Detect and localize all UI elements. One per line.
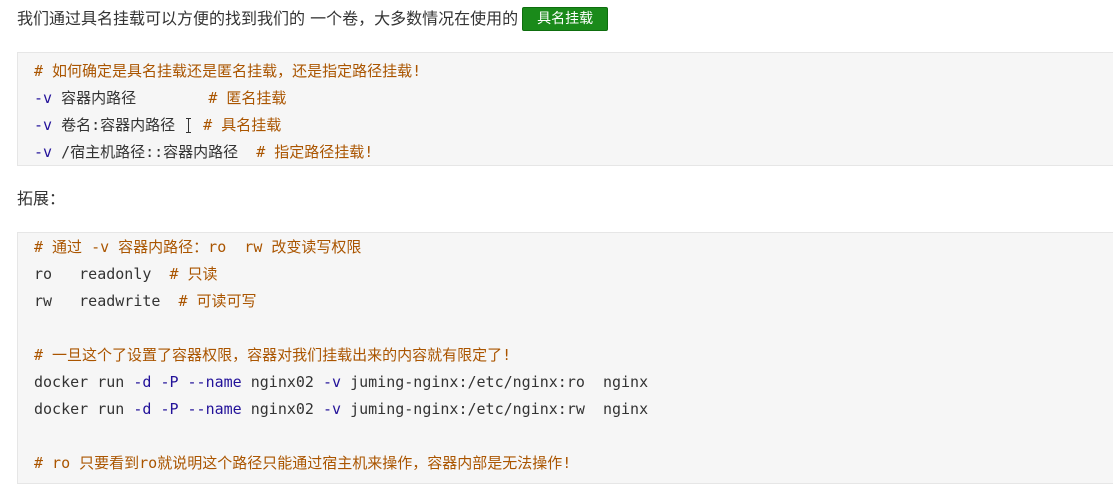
- code-flag: -v: [323, 373, 342, 391]
- code-block-mount-types: # 如何确定是具名挂载还是匿名挂载，还是指定路径挂载! -v 容器内路径 # 匿…: [17, 52, 1113, 166]
- code-flag: -d: [133, 373, 152, 391]
- code-line-docker-ro: docker run -d -P --name nginx02 -v jumin…: [18, 369, 1113, 396]
- code-text: rw readwrite: [34, 292, 179, 310]
- extension-label: 拓展：: [17, 189, 66, 208]
- code-flag: -P: [160, 400, 179, 418]
- code-flag: -v: [34, 116, 53, 134]
- intro-text: 我们通过具名挂载可以方便的找到我们的 一个卷，大多数情况在使用的: [17, 9, 519, 28]
- code-flag: -P: [160, 373, 179, 391]
- code-comment: # 通过 -v 容器内路径：ro rw 改变读写权限: [34, 238, 362, 256]
- code-comment: # 只读: [169, 265, 218, 283]
- code-comment: # 指定路径挂载!: [256, 143, 374, 161]
- code-flag: -v: [34, 89, 53, 107]
- code-text: docker run: [34, 373, 134, 391]
- code-text: nginx02: [241, 373, 323, 391]
- code-flag: -d: [133, 400, 152, 418]
- code-line: # 如何确定是具名挂载还是匿名挂载，还是指定路径挂载!: [18, 58, 1113, 85]
- code-text: 容器内路径: [52, 89, 209, 107]
- code-line: ro readonly # 只读: [18, 261, 1113, 288]
- code-line: -v /宿主机路径::容器内路径 # 指定路径挂载!: [18, 139, 1113, 166]
- code-line: -v 卷名:容器内路径 # 具名挂载: [18, 112, 1113, 139]
- code-comment: # 匿名挂载: [208, 89, 287, 107]
- code-flag: --name: [187, 373, 242, 391]
- code-flag: --name: [187, 400, 242, 418]
- code-text: juming-nginx:/etc/nginx:ro nginx: [341, 373, 649, 391]
- text-cursor-icon: [184, 118, 194, 133]
- code-line-docker-rw: docker run -d -P --name nginx02 -v jumin…: [18, 396, 1113, 423]
- code-line: # ro 只要看到ro就说明这个路径只能通过宿主机来操作，容器内部是无法操作!: [18, 450, 1113, 477]
- code-line: # 通过 -v 容器内路径：ro rw 改变读写权限: [18, 234, 1113, 261]
- code-comment: # 可读可写: [178, 292, 257, 310]
- code-comment: # 具名挂载: [194, 116, 282, 134]
- code-text: 卷名:容器内路径: [52, 116, 185, 134]
- code-comment: # 如何确定是具名挂载还是匿名挂载，还是指定路径挂载!: [34, 62, 422, 80]
- code-line: -v 容器内路径 # 匿名挂载: [18, 85, 1113, 112]
- code-line: rw readwrite # 可读可写: [18, 288, 1113, 315]
- code-text: /宿主机路径::容器内路径: [52, 143, 257, 161]
- code-comment: # ro 只要看到ro就说明这个路径只能通过宿主机来操作，容器内部是无法操作!: [34, 454, 572, 472]
- intro-paragraph: 我们通过具名挂载可以方便的找到我们的 一个卷，大多数情况在使用的 具名挂载: [17, 7, 609, 31]
- code-line: # 一旦这个了设置了容器权限，容器对我们挂载出来的内容就有限定了!: [18, 342, 1113, 369]
- code-comment: # 一旦这个了设置了容器权限，容器对我们挂载出来的内容就有限定了!: [34, 346, 512, 364]
- code-text: ro readonly: [34, 265, 170, 283]
- named-mount-tag: 具名挂载: [522, 7, 609, 31]
- code-text: juming-nginx:/etc/nginx:rw nginx: [341, 400, 649, 418]
- code-flag: -v: [34, 143, 53, 161]
- code-flag: -v: [323, 400, 342, 418]
- code-text: nginx02: [241, 400, 323, 418]
- code-text: docker run: [34, 400, 134, 418]
- code-block-permissions: # 通过 -v 容器内路径：ro rw 改变读写权限 ro readonly #…: [17, 232, 1113, 484]
